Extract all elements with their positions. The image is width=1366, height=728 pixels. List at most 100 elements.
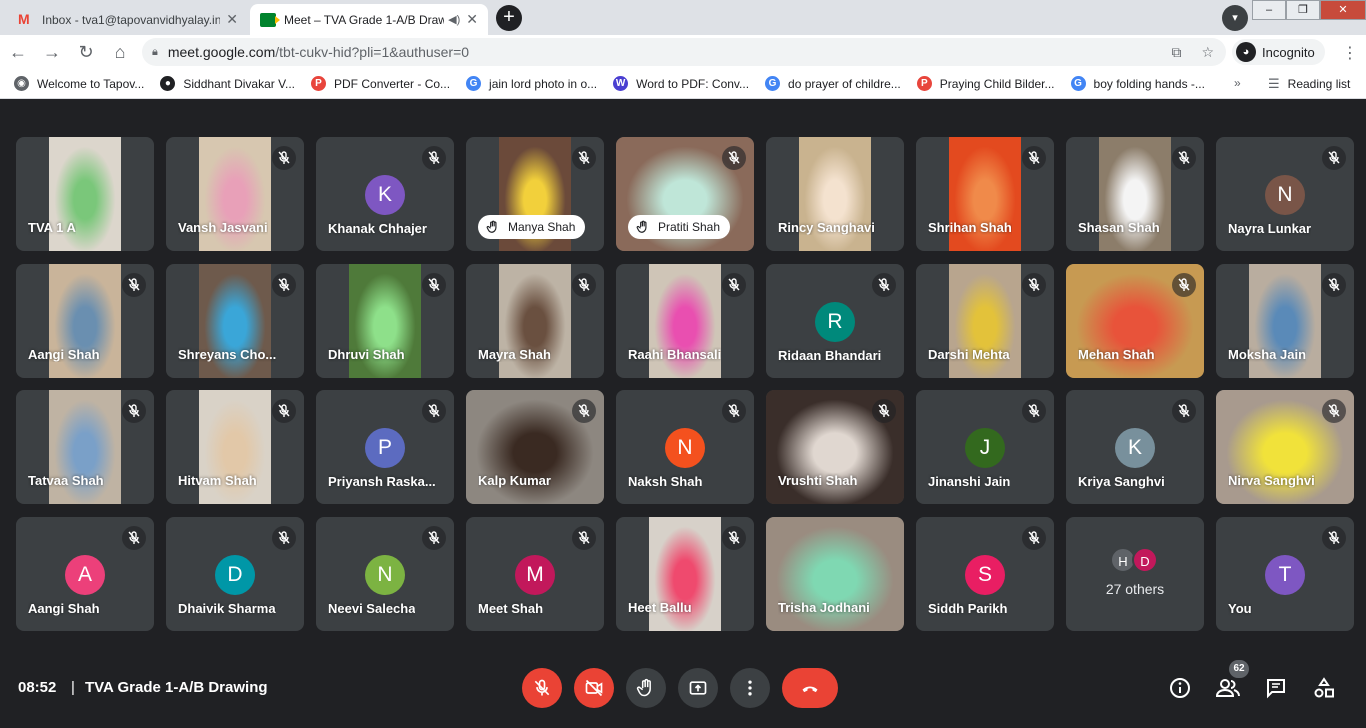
- participant-tile[interactable]: Heet Ballu: [616, 517, 754, 632]
- mic-off-icon: [872, 399, 896, 424]
- minimize-button[interactable]: –: [1252, 0, 1286, 20]
- end-call-icon: [802, 686, 818, 693]
- bookmark-item[interactable]: Gboy folding hands -...: [1070, 76, 1205, 91]
- camera-off-icon: [585, 679, 603, 697]
- participant-tile[interactable]: Shasan Shah: [1066, 137, 1204, 251]
- back-icon[interactable]: ←: [2, 36, 34, 68]
- participant-tile[interactable]: D Dhaivik Sharma: [166, 517, 304, 632]
- participant-tile[interactable]: Dhruvi Shah: [316, 263, 454, 378]
- participant-tile[interactable]: Vansh Jasvani: [166, 137, 304, 251]
- mic-off-icon: [422, 146, 446, 170]
- bookmark-item[interactable]: Gdo prayer of childre...: [765, 76, 901, 91]
- activities-button[interactable]: [1310, 674, 1338, 702]
- reading-list-button[interactable]: ☰ Reading list: [1268, 76, 1350, 92]
- close-window-button[interactable]: ✕: [1320, 0, 1366, 20]
- participant-tile[interactable]: S Siddh Parikh: [916, 517, 1054, 632]
- participant-tile[interactable]: Mehan Shah: [1066, 263, 1204, 378]
- participant-tile[interactable]: A Aangi Shah: [16, 517, 154, 632]
- participant-tile[interactable]: M Meet Shah: [466, 517, 604, 632]
- bookmark-item[interactable]: P PDF Converter - Co...: [311, 76, 450, 91]
- participant-tile[interactable]: TVA 1 A: [16, 137, 154, 251]
- avatar: P: [365, 428, 405, 469]
- participant-tile[interactable]: Darshi Mehta: [916, 263, 1054, 378]
- participant-tile[interactable]: Shrihan Shah: [916, 137, 1054, 251]
- participant-tile[interactable]: J Jinanshi Jain: [916, 390, 1054, 505]
- participant-name: Dhaivik Sharma: [178, 601, 276, 617]
- participant-tile[interactable]: Raahi Bhansali: [616, 263, 754, 378]
- participant-tile[interactable]: Tatvaa Shah: [16, 390, 154, 505]
- lock-icon[interactable]: 🔒︎: [152, 46, 158, 59]
- participant-tile[interactable]: R Ridaan Bhandari: [766, 263, 904, 378]
- participant-tile[interactable]: Kalp Kumar: [466, 390, 604, 505]
- bookmark-item[interactable]: W Word to PDF: Conv...: [613, 76, 749, 91]
- bookmark-star-icon[interactable]: ☆: [1201, 44, 1214, 61]
- participant-tile[interactable]: N Nayra Lunkar: [1216, 137, 1354, 251]
- participant-name: Hitvam Shah: [178, 473, 257, 489]
- translate-icon[interactable]: ⧉: [1171, 44, 1181, 61]
- participant-tile[interactable]: Moksha Jain: [1216, 263, 1354, 378]
- people-button[interactable]: [1214, 674, 1242, 702]
- leave-call-button[interactable]: [782, 668, 838, 708]
- participant-tile[interactable]: Shreyans Cho...: [166, 263, 304, 378]
- tab-search-icon[interactable]: ▾: [1222, 5, 1248, 31]
- participant-tile[interactable]: Nirva Sanghvi: [1216, 390, 1354, 505]
- maximize-button[interactable]: ❐: [1286, 0, 1320, 20]
- more-options-button[interactable]: [730, 668, 770, 708]
- home-icon[interactable]: ⌂: [104, 36, 136, 68]
- forward-icon[interactable]: →: [36, 36, 68, 68]
- address-bar[interactable]: 🔒︎ meet.google.com/tbt-cukv-hid?pli=1&au…: [142, 38, 1226, 66]
- meeting-details-button[interactable]: [1166, 674, 1194, 702]
- tab-gmail-inbox[interactable]: Inbox - tva1@tapovanvidhyalay.in ✕: [8, 4, 248, 35]
- mic-off-icon: [722, 526, 746, 551]
- participant-tile[interactable]: Trisha Jodhani: [766, 517, 904, 632]
- reload-icon[interactable]: ↻: [70, 36, 102, 68]
- incognito-profile-button[interactable]: ◕ Incognito: [1232, 39, 1325, 65]
- participant-tile[interactable]: Hitvam Shah: [166, 390, 304, 505]
- participant-tile[interactable]: K Kriya Sanghvi: [1066, 390, 1204, 505]
- toggle-camera-button[interactable]: [574, 668, 614, 708]
- chat-button[interactable]: [1262, 674, 1290, 702]
- speaker-icon[interactable]: ◀): [448, 13, 460, 26]
- tab-google-meet[interactable]: Meet – TVA Grade 1-A/B Drawing ◀) ✕: [250, 4, 488, 35]
- bookmark-item[interactable]: Gjain lord photo in o...: [466, 76, 597, 91]
- participant-name: Ridaan Bhandari: [778, 347, 882, 363]
- participant-tile[interactable]: Vrushti Shah: [766, 390, 904, 505]
- participant-tile[interactable]: P Priyansh Raska...: [316, 390, 454, 505]
- participant-tile[interactable]: Aangi Shah: [16, 263, 154, 378]
- participant-tile[interactable]: Mayra Shah: [466, 263, 604, 378]
- mic-off-icon: [1022, 272, 1046, 297]
- mic-off-icon: [422, 272, 446, 297]
- bookmark-item[interactable]: ● Siddhant Divakar V...: [160, 76, 295, 91]
- bookmarks-overflow-button[interactable]: »: [1234, 76, 1241, 90]
- mic-off-icon: [722, 272, 746, 297]
- participant-tile[interactable]: N Naksh Shah: [616, 390, 754, 505]
- bookmark-item[interactable]: ◉ Welcome to Tapov...: [14, 76, 144, 91]
- new-tab-button[interactable]: +: [496, 5, 522, 31]
- participant-tile[interactable]: N Neevi Salecha: [316, 517, 454, 632]
- info-icon: [1170, 678, 1190, 698]
- participant-name: Rincy Sanghavi: [778, 220, 875, 235]
- participant-name: Tatvaa Shah: [28, 473, 104, 489]
- participant-tile[interactable]: T You: [1216, 517, 1354, 632]
- raise-hand-button[interactable]: [626, 668, 666, 708]
- browser-menu-icon[interactable]: ⋮: [1342, 43, 1358, 63]
- participant-tile[interactable]: Pratiti Shah: [616, 137, 754, 251]
- close-icon[interactable]: ✕: [466, 11, 478, 28]
- participant-name: Shasan Shah: [1078, 220, 1160, 235]
- raised-hand-badge: Manya Shah: [478, 215, 586, 239]
- bookmark-favicon-icon: G: [1070, 76, 1086, 91]
- participant-tile[interactable]: Manya Shah: [466, 137, 604, 251]
- participant-name: Shreyans Cho...: [178, 346, 277, 362]
- avatar: S: [965, 555, 1005, 596]
- participant-tile[interactable]: Rincy Sanghavi: [766, 137, 904, 251]
- bookmark-item[interactable]: P Praying Child Bilder...: [916, 76, 1055, 91]
- present-screen-button[interactable]: [678, 668, 718, 708]
- participant-tile[interactable]: K Khanak Chhajer: [316, 137, 454, 251]
- bookmark-favicon-icon: G: [765, 76, 781, 91]
- participant-name: Neevi Salecha: [328, 601, 416, 617]
- mic-off-icon: [272, 146, 296, 170]
- close-icon[interactable]: ✕: [226, 11, 238, 28]
- toggle-microphone-button[interactable]: [522, 668, 562, 708]
- participant-name: Pratiti Shah: [658, 220, 721, 234]
- others-tile[interactable]: H D 27 others: [1066, 517, 1204, 632]
